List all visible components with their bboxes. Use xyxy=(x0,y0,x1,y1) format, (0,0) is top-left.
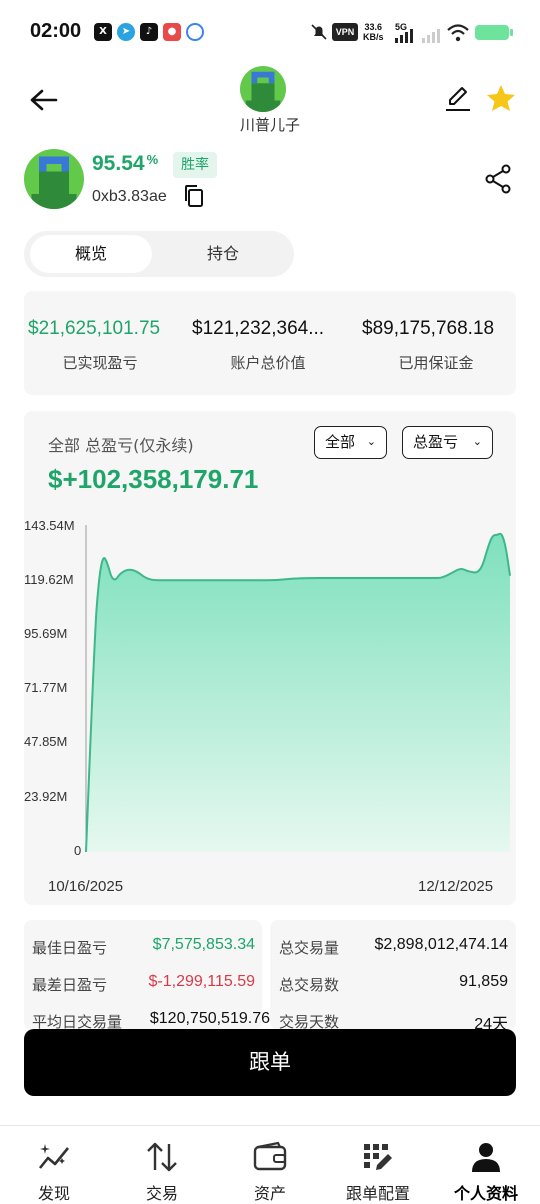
x-tick-end: 12/12/2025 xyxy=(418,878,494,895)
nav-copy-config-label: 跟单配置 xyxy=(345,1184,410,1203)
nav-profile-label: 个人资料 xyxy=(453,1184,518,1203)
nav-discover[interactable]: 发现 xyxy=(0,1126,108,1203)
copy-config-icon xyxy=(364,1144,392,1170)
nav-profile[interactable]: 个人资料 xyxy=(432,1126,540,1203)
total-volume-label: 总交易量 xyxy=(279,939,340,957)
nav-discover-label: 发现 xyxy=(37,1184,70,1203)
nav-assets-label: 资产 xyxy=(253,1184,286,1203)
pnl-chart xyxy=(85,525,511,853)
avg-volume-value: $120,750,519.76 xyxy=(149,1010,270,1027)
total-trades-value: 91,859 xyxy=(459,973,508,990)
bottom-nav: 发现 交易 资产 跟单配置 个人资料 xyxy=(0,1125,540,1203)
follow-button[interactable]: 跟单 xyxy=(24,1029,516,1096)
nav-trade-label: 交易 xyxy=(145,1184,178,1203)
best-day-label: 最佳日盈亏 xyxy=(32,939,108,957)
nav-trade[interactable]: 交易 xyxy=(108,1126,216,1203)
discover-icon xyxy=(38,1144,70,1169)
nav-copy-config[interactable]: 跟单配置 xyxy=(324,1126,432,1203)
worst-day-label: 最差日盈亏 xyxy=(32,976,108,994)
total-volume-value: $2,898,012,474.14 xyxy=(374,936,508,953)
profile-icon xyxy=(472,1143,500,1172)
wallet-icon xyxy=(253,1141,287,1171)
trade-icon xyxy=(147,1142,177,1172)
nav-assets[interactable]: 资产 xyxy=(216,1126,324,1203)
pnl-area xyxy=(86,533,510,852)
worst-day-value: $-1,299,115.59 xyxy=(148,973,255,990)
best-day-value: $7,575,853.34 xyxy=(152,936,255,953)
x-tick-start: 10/16/2025 xyxy=(48,878,124,895)
total-trades-label: 总交易数 xyxy=(279,976,340,994)
